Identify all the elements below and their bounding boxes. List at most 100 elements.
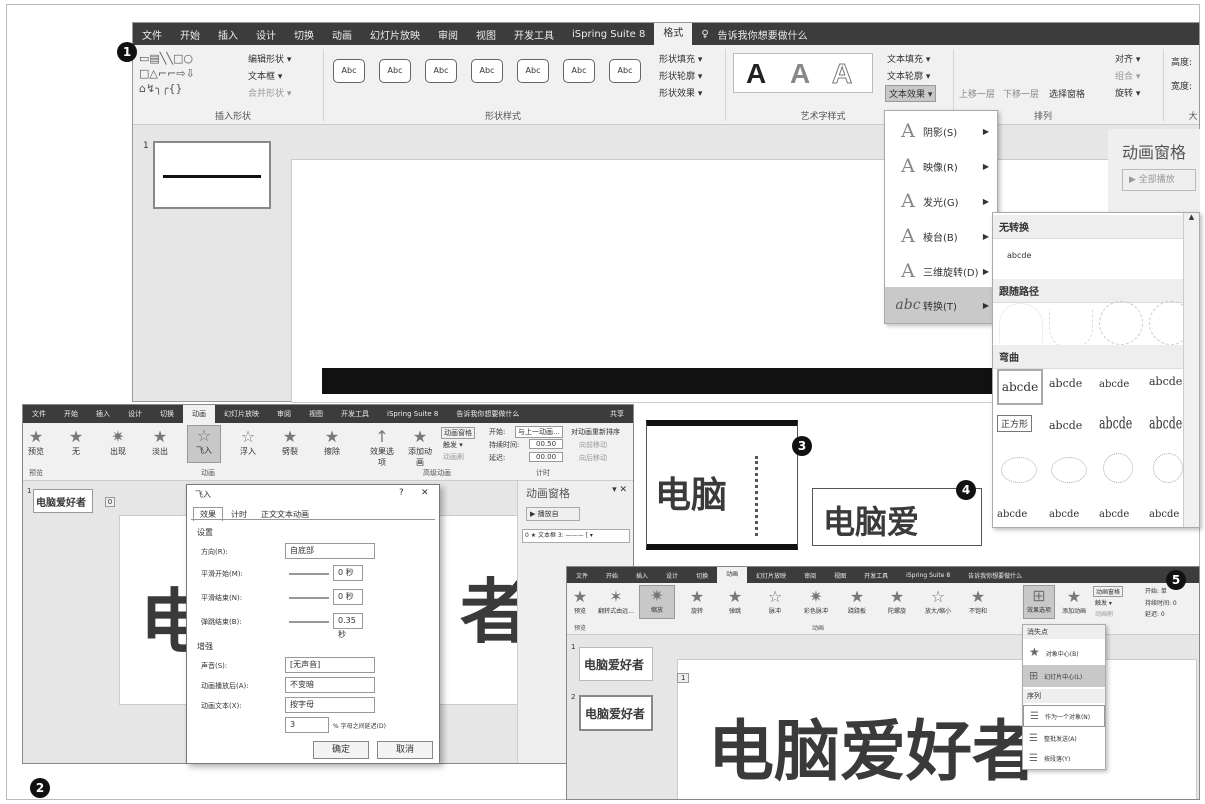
help-icon[interactable]: ?	[399, 488, 404, 498]
warp-3[interactable]: abcde	[1099, 379, 1129, 390]
edit-shape-button[interactable]: 编辑形状 ▾	[248, 52, 291, 65]
tab-file[interactable]: 文件	[567, 571, 597, 580]
menu-as-one-object[interactable]: ☰ 作为一个对象(N)	[1023, 705, 1105, 727]
play-from-button[interactable]: ▶ 播放自	[526, 507, 580, 521]
shape-outline-button[interactable]: 形状轮廓 ▾	[659, 69, 702, 82]
effect-grow-shrink[interactable]: ☆ 放大/缩小	[919, 587, 957, 615]
delay-field[interactable]: 延迟: 0	[1145, 609, 1165, 618]
wordart-style-1[interactable]: A	[746, 54, 766, 94]
shape-gallery[interactable]: ▭▤╲╲□○ □△⌐⌐⇨⇩ ⌂↯╮╭{}	[139, 51, 239, 99]
menu-by-paragraph[interactable]: ☰ 按段落(Y)	[1023, 749, 1105, 769]
effect-options-button[interactable]: ↑ 效果选项	[367, 427, 397, 468]
tab-home[interactable]: 开始	[597, 571, 627, 580]
effect-options-button[interactable]: ⊞ 效果选项	[1023, 585, 1055, 619]
tab-developer[interactable]: 开发工具	[855, 571, 897, 580]
bounce-end-input[interactable]: 0.35 秒	[333, 613, 363, 639]
menu-all-at-once[interactable]: ☰ 整批发送(A)	[1023, 729, 1105, 749]
slide-thumbnail-1[interactable]: 电脑爱好者	[579, 647, 653, 681]
delay-input[interactable]: 00.00	[529, 452, 564, 462]
duration-input[interactable]: 00.50	[529, 439, 564, 449]
selection-pane-button[interactable]: 选择窗格	[1049, 87, 1085, 100]
effect-desaturate[interactable]: ★ 不饱和	[961, 587, 995, 615]
tab-home[interactable]: 开始	[55, 409, 87, 419]
add-animation-button[interactable]: ★ 添加动画	[1059, 587, 1089, 615]
tab-design[interactable]: 设计	[657, 571, 687, 580]
smooth-end-slider[interactable]	[289, 597, 329, 599]
tab-view[interactable]: 视图	[467, 27, 505, 42]
effect-bounce[interactable]: ★ 弹跳	[719, 587, 751, 615]
effect-swivel[interactable]: ★ 旋转	[681, 587, 713, 615]
animation-pane-button[interactable]: 动画窗格	[441, 427, 475, 439]
slide-thumbnail[interactable]	[153, 141, 271, 209]
warp-10[interactable]	[1051, 457, 1087, 483]
sound-select[interactable]: [无声音]	[285, 657, 375, 673]
move-earlier-button[interactable]: 向前移动	[579, 440, 607, 450]
wordart-gallery[interactable]: A A A	[733, 53, 873, 93]
warp-square[interactable]: abcde	[997, 369, 1043, 405]
rotate-button[interactable]: 旋转 ▾	[1115, 86, 1140, 99]
menu-item-3d-rotation[interactable]: A 三维旋转(D) ▶	[885, 253, 997, 289]
tab-home[interactable]: 开始	[171, 27, 209, 42]
pane-item[interactable]: 0 ★ 文本框 3: ——— [ ▾	[522, 529, 630, 543]
tab-insert[interactable]: 插入	[627, 571, 657, 580]
shape-effects-button[interactable]: 形状效果 ▾	[659, 86, 702, 99]
text-fill-button[interactable]: 文本填充 ▾	[887, 52, 930, 65]
transform-plain[interactable]: abcde	[1007, 251, 1031, 260]
tab-animations[interactable]: 动画	[183, 405, 215, 423]
menu-item-bevel[interactable]: A 棱台(B) ▶	[885, 218, 997, 254]
letter-delay-input[interactable]: 3	[285, 717, 329, 733]
slide-canvas[interactable]: 电脑爱好者	[677, 659, 1197, 799]
menu-slide-center[interactable]: ⊞ 幻灯片中心(L)	[1023, 665, 1105, 687]
tab-slideshow[interactable]: 幻灯片放映	[215, 409, 268, 419]
after-anim-select[interactable]: 不变暗	[285, 677, 375, 693]
menu-item-glow[interactable]: A 发光(G) ▶	[885, 183, 997, 219]
animation-painter-button[interactable]: 动画刷	[1095, 609, 1113, 618]
shape-style-5[interactable]: Abc	[517, 59, 549, 83]
effect-fade[interactable]: ★ 淡出	[145, 427, 175, 457]
width-field[interactable]: 宽度:	[1171, 79, 1192, 92]
tab-review[interactable]: 审阅	[268, 409, 300, 419]
effect-appear[interactable]: ✷ 出现	[103, 427, 133, 457]
bring-forward-button[interactable]: 上移一层	[959, 87, 995, 100]
tab-file[interactable]: 文件	[23, 409, 55, 419]
effect-zoom[interactable]: ✷ 缩放	[639, 585, 675, 619]
menu-object-center[interactable]: ★ 对象中心(B)	[1023, 641, 1105, 663]
slide-big-text[interactable]: 电脑爱好者	[708, 698, 1038, 794]
warp-11[interactable]	[1103, 453, 1133, 483]
effect-split[interactable]: ★ 劈裂	[275, 427, 305, 457]
share-button[interactable]: 共享	[601, 409, 633, 419]
shape-fill-button[interactable]: 形状填充 ▾	[659, 52, 702, 65]
shape-style-2[interactable]: Abc	[379, 59, 411, 83]
ok-button[interactable]: 确定	[313, 741, 369, 759]
tab-review[interactable]: 审阅	[795, 571, 825, 580]
tab-insert[interactable]: 插入	[209, 27, 247, 42]
text-effects-button[interactable]: 文本效果 ▾	[885, 85, 937, 102]
tab-design[interactable]: 设计	[119, 409, 151, 419]
warp-2[interactable]: abcde	[1049, 377, 1082, 390]
warp-9[interactable]	[1001, 457, 1037, 483]
follow-path-3[interactable]	[1099, 301, 1143, 345]
send-backward-button[interactable]: 下移一层	[1003, 87, 1039, 100]
effect-spin[interactable]: ★ 陀螺旋	[881, 587, 913, 615]
tell-me-input[interactable]: 告诉我你想要做什么	[447, 409, 528, 419]
warp-12[interactable]	[1153, 453, 1183, 483]
follow-path-1[interactable]	[999, 303, 1043, 343]
tab-ispring[interactable]: iSpring Suite 8	[897, 572, 959, 579]
effect-flip[interactable]: ✶ 翻转式由远...	[597, 587, 635, 615]
animation-pane-button[interactable]: 动画窗格	[1093, 586, 1124, 597]
shape-style-6[interactable]: Abc	[563, 59, 595, 83]
start-select[interactable]: 与上一动画...	[515, 426, 563, 438]
start-field[interactable]: 开始: 单	[1145, 586, 1167, 595]
height-field[interactable]: 高度:	[1171, 55, 1192, 68]
anim-text-select[interactable]: 按字母	[285, 697, 375, 713]
tab-design[interactable]: 设计	[247, 27, 285, 42]
duration-field[interactable]: 持续时间: 0	[1145, 598, 1177, 607]
tab-animations[interactable]: 动画	[717, 567, 748, 583]
tab-insert[interactable]: 插入	[87, 409, 119, 419]
tab-transitions[interactable]: 切换	[687, 571, 717, 580]
warp-15[interactable]: abcde	[1099, 509, 1129, 520]
tab-transitions[interactable]: 切换	[285, 27, 323, 42]
follow-path-2[interactable]	[1049, 309, 1093, 349]
pane-close-icon[interactable]: ▾ ✕	[612, 485, 627, 495]
tab-transitions[interactable]: 切换	[151, 409, 183, 419]
